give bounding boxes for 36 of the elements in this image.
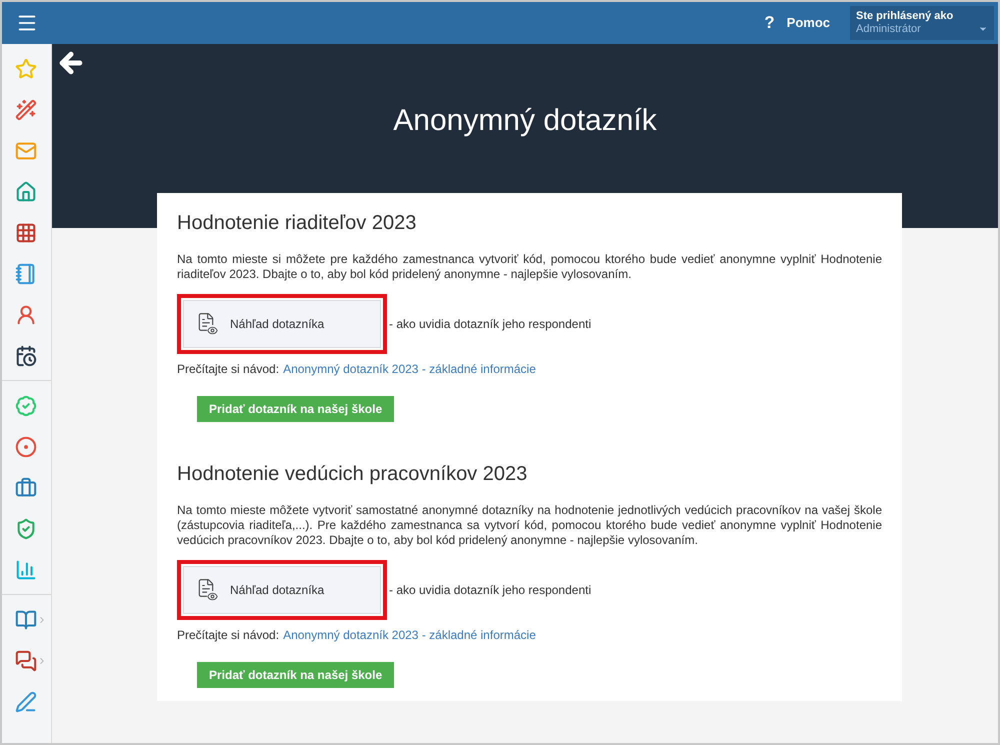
- guide-link[interactable]: Anonymný dotazník 2023 - základné informácie: [283, 626, 536, 644]
- preview-button[interactable]: Náhľad dotazníka: [183, 566, 381, 614]
- preview-note: - ako uvidia dotazník jeho respondenti: [389, 316, 592, 333]
- section-title: Hodnotenie vedúcich pracovníkov 2023: [177, 462, 528, 487]
- preview-button[interactable]: Náhľad dotazníka: [183, 300, 381, 348]
- person-icon: [15, 304, 37, 326]
- grid-calendar-icon: [15, 222, 37, 244]
- briefcase-icon: [15, 476, 37, 498]
- guide-link[interactable]: Anonymný dotazník 2023 - základné informácie: [283, 360, 536, 378]
- bar-chart-icon: [15, 558, 37, 580]
- user-dropdown[interactable]: Ste prihlásený ako Administrátor: [850, 6, 994, 40]
- calendar-clock-icon: [15, 344, 37, 366]
- shield-check-icon: [15, 518, 37, 540]
- section-description: Na tomto mieste môžete vytvoriť samostatné anonymné dotazníky na hodnotenie jednotlivých vedúcich pracovníkov na vašej škole (zástupcovia riaditeľa,...). Pre každého zamestnanca sa vytvorí kód, pomocou ktorého bude vedieť anonymne vyplniť Hodnotenie vedúcich pracovníkov 2023. Dbajte o to, aby bol kód pridelený anonymne - najlepšie vylosovaním.: [177, 503, 882, 548]
- add-questionnaire-button[interactable]: Pridať dotazník na našej škole: [197, 662, 394, 688]
- preview-note: - ako uvidia dotazník jeho respondenti: [389, 582, 592, 599]
- help-button[interactable]: ? Pomoc: [764, 10, 830, 36]
- envelope-icon: [15, 140, 37, 162]
- star-icon: [15, 58, 37, 80]
- user-name: Administrátor: [856, 23, 921, 36]
- guide-label: Prečítajte si návod:: [177, 361, 280, 378]
- check-badge-icon: [15, 394, 37, 416]
- section-title: Hodnotenie riaditeľov 2023: [177, 211, 418, 236]
- document-eye-icon: [196, 312, 218, 336]
- guide-label: Prečítajte si návod:: [177, 627, 280, 644]
- user-label: Ste prihlásený ako: [856, 10, 954, 23]
- magic-wand-icon: [15, 98, 37, 120]
- section-description: Na tomto mieste si môžete pre každého zamestnanca vytvoriť kód, pomocou ktorého bude vedieť anonymne vyplniť Hodnotenie riaditeľov 2023. Dbajte o to, aby bol kód pridelený anonymne - najlepšie vylosovaním.: [177, 252, 882, 282]
- page-title: Anonymný dotazník: [392, 103, 658, 139]
- open-book-icon: [15, 608, 37, 630]
- notebook-icon: [15, 262, 37, 284]
- chat-bubbles-icon: [15, 650, 37, 672]
- document-eye-icon: [196, 578, 218, 602]
- house-icon: [15, 180, 37, 202]
- pencil-icon: [15, 690, 37, 712]
- add-questionnaire-button[interactable]: Pridať dotazník na našej škole: [197, 396, 394, 422]
